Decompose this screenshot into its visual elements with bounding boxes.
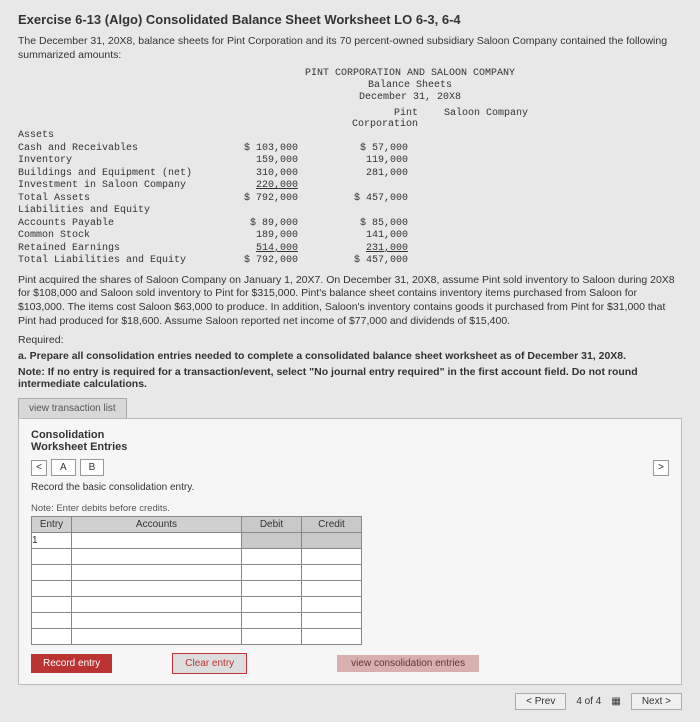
view-transaction-list-tab[interactable]: view transaction list (18, 398, 127, 418)
prev-entry-button[interactable]: < (31, 460, 47, 476)
grid-icon[interactable]: ▦ (611, 696, 620, 707)
table-row (32, 597, 362, 613)
requirement-a: a. Prepare all consolidation entries nee… (18, 350, 682, 362)
table-row (32, 581, 362, 597)
next-button[interactable]: Next > (631, 693, 682, 710)
intro-text: The December 31, 20X8, balance sheets fo… (18, 35, 682, 62)
tab-b[interactable]: B (80, 459, 105, 476)
note-text: Note: If no entry is required for a tran… (18, 366, 682, 390)
pager-footer: < Prev 4 of 4 ▦ Next > (18, 693, 682, 710)
debit-cell[interactable] (242, 533, 302, 549)
table-row (32, 549, 362, 565)
table-row (32, 613, 362, 629)
balance-sheet-heading: PINT CORPORATION AND SALOON COMPANY Bala… (138, 68, 682, 104)
table-note: Note: Enter debits before credits. (31, 503, 669, 514)
table-row (32, 629, 362, 645)
worksheet-title: Consolidation Worksheet Entries (31, 429, 669, 453)
tab-a[interactable]: A (51, 459, 76, 476)
col-entry: Entry (32, 517, 72, 533)
account-cell[interactable] (72, 533, 242, 549)
page-indicator: 4 of 4 (576, 696, 601, 707)
exercise-title: Exercise 6-13 (Algo) Consolidated Balanc… (18, 12, 682, 27)
record-entry-button[interactable]: Record entry (31, 654, 112, 673)
table-row (32, 565, 362, 581)
col-accounts: Accounts (72, 517, 242, 533)
worksheet-panel: Consolidation Worksheet Entries < A B > … (18, 418, 682, 685)
record-instruction: Record the basic consolidation entry. (31, 482, 669, 493)
journal-entry-table: Entry Accounts Debit Credit 1 (31, 516, 362, 645)
table-row: 1 (32, 533, 362, 549)
col-credit: Credit (302, 517, 362, 533)
column-headers: Pint Corporation Saloon Company (138, 108, 682, 130)
credit-cell[interactable] (302, 533, 362, 549)
view-consolidation-link[interactable]: view consolidation entries (337, 655, 479, 672)
entry-cell[interactable]: 1 (32, 533, 72, 549)
col-debit: Debit (242, 517, 302, 533)
next-entry-button[interactable]: > (653, 460, 669, 476)
scenario-paragraph: Pint acquired the shares of Saloon Compa… (18, 274, 682, 329)
balance-sheet-table: Assets Cash and Receivables$ 103,000$ 57… (18, 130, 682, 268)
clear-entry-button[interactable]: Clear entry (172, 653, 247, 674)
prev-button[interactable]: < Prev (515, 693, 566, 710)
required-label: Required: (18, 334, 682, 346)
